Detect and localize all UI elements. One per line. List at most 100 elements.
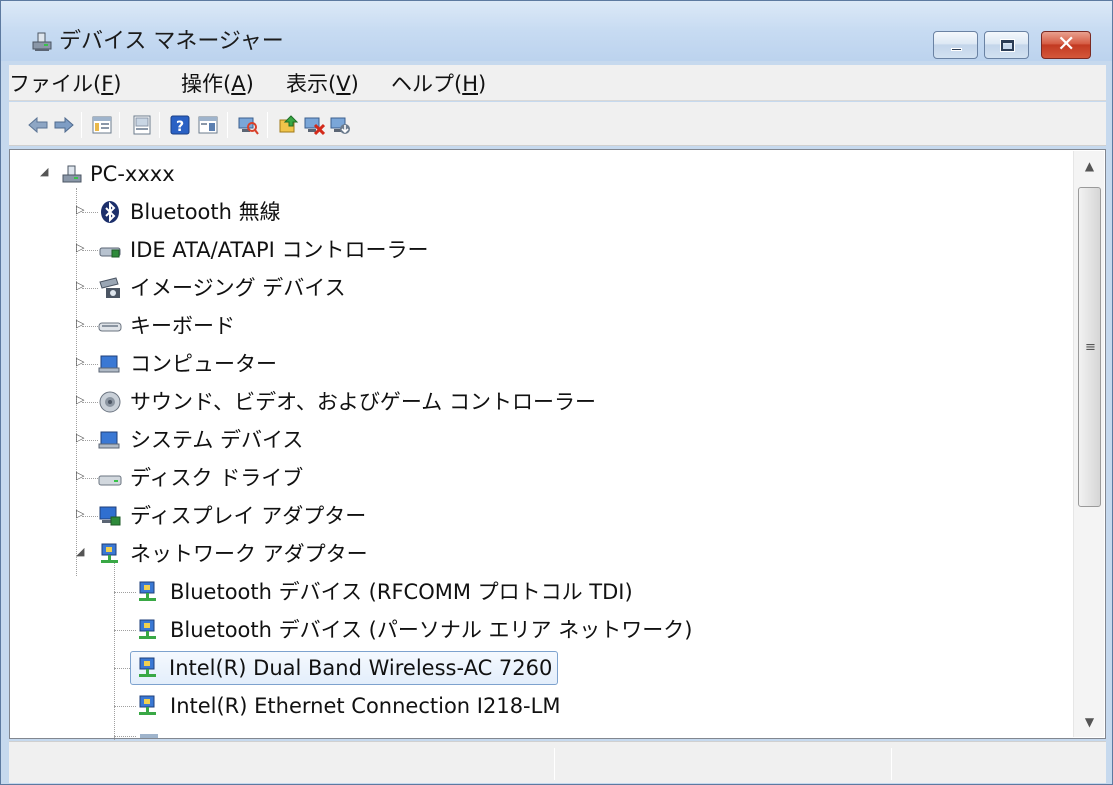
category-label: キーボード xyxy=(130,314,235,338)
menu-view-label: 表示( xyxy=(286,72,337,96)
tree-device[interactable]: Bluetooth デバイス (パーソナル エリア ネットワーク) xyxy=(10,612,770,648)
category-label: ディスプレイ アダプター xyxy=(130,504,367,528)
menu-view[interactable]: 表示(V) xyxy=(286,72,359,96)
close-button[interactable]: ✕ xyxy=(1041,31,1091,59)
toolbar-separator xyxy=(119,112,120,138)
device-tree[interactable]: ◢ PC-xxxx ▷ Bluetooth 無線 ▷ IDE ATA/ATAPI… xyxy=(9,149,1106,740)
title-bar[interactable]: デバイス マネージャー ✕ xyxy=(1,1,1112,61)
help-icon[interactable]: ? xyxy=(169,114,191,136)
tree-device[interactable]: Bluetooth デバイス (RFCOMM プロトコル TDI) xyxy=(10,574,710,610)
system-device-icon xyxy=(98,431,120,449)
toolbar-separator xyxy=(159,112,160,138)
menu-action-label-end: ) xyxy=(245,72,254,96)
tree-root-label: PC-xxxx xyxy=(90,162,175,186)
scan-hardware-icon[interactable] xyxy=(237,114,259,136)
vertical-scrollbar[interactable]: ▲ ≡ ▼ xyxy=(1073,151,1104,737)
network-adapter-icon xyxy=(139,657,156,677)
toolbar-separator xyxy=(81,112,82,138)
collapse-arrow-icon[interactable]: ◢ xyxy=(76,545,88,559)
expand-arrow-icon[interactable]: ▷ xyxy=(76,507,88,521)
back-arrow-icon[interactable] xyxy=(27,114,49,136)
tree-category[interactable]: ▷ キーボード xyxy=(10,308,410,344)
menu-bar: ファイル(F) 操作(A) 表示(V) ヘルプ(H) xyxy=(9,65,1106,101)
category-label: コンピューター xyxy=(130,352,277,376)
uninstall-icon[interactable] xyxy=(303,114,325,136)
tree-device-selected[interactable]: Intel(R) Dual Band Wireless-AC 7260 xyxy=(10,650,610,686)
tree-category[interactable]: ▷ システム デバイス xyxy=(10,422,410,458)
menu-help-label-end: ) xyxy=(478,72,487,96)
update-pane-icon[interactable] xyxy=(131,114,153,136)
scrollbar-thumb[interactable]: ≡ xyxy=(1078,187,1101,507)
menu-file-accesskey: F xyxy=(101,72,114,96)
menu-view-label-end: ) xyxy=(350,72,359,96)
properties-grid-icon[interactable] xyxy=(91,114,113,136)
device-label: Intel(R) Ethernet Connection I218-LM xyxy=(170,694,561,718)
network-adapter-icon xyxy=(140,734,158,738)
disk-drive-icon xyxy=(98,475,122,486)
status-separator xyxy=(891,748,892,780)
minimize-button[interactable] xyxy=(933,31,978,59)
expand-arrow-icon[interactable]: ▷ xyxy=(76,355,88,369)
expand-arrow-icon[interactable]: ▷ xyxy=(76,393,88,407)
tree-connector xyxy=(114,630,136,631)
tree-category[interactable]: ▷ IDE ATA/ATAPI コントローラー xyxy=(10,232,510,268)
expand-arrow-icon[interactable]: ▷ xyxy=(76,469,88,483)
tree-device-partial[interactable] xyxy=(10,726,210,738)
collapse-arrow-icon[interactable]: ◢ xyxy=(40,165,52,179)
category-label: Bluetooth 無線 xyxy=(130,200,281,224)
toolbar-separator xyxy=(267,112,268,138)
category-label: IDE ATA/ATAPI コントローラー xyxy=(130,238,429,262)
tree-category[interactable]: ▷ イメージング デバイス xyxy=(10,270,410,306)
category-label: サウンド、ビデオ、およびゲーム コントローラー xyxy=(130,390,596,414)
expand-arrow-icon[interactable]: ▷ xyxy=(76,279,88,293)
device-manager-icon xyxy=(32,32,52,51)
display-adapter-icon xyxy=(99,506,121,526)
window-title: デバイス マネージャー xyxy=(59,29,284,54)
expand-arrow-icon[interactable]: ▷ xyxy=(76,203,88,217)
menu-view-accesskey: V xyxy=(336,72,351,96)
expand-arrow-icon[interactable]: ▷ xyxy=(76,317,88,331)
network-adapter-icon xyxy=(101,543,118,563)
tree-category[interactable]: ▷ サウンド、ビデオ、およびゲーム コントローラー xyxy=(10,384,660,420)
tree-connector xyxy=(114,736,136,737)
tree-connector xyxy=(114,706,136,707)
device-label: Bluetooth デバイス (パーソナル エリア ネットワーク) xyxy=(170,618,693,642)
keyboard-icon xyxy=(98,322,122,332)
menu-file-label: ファイル( xyxy=(9,72,102,96)
menu-action[interactable]: 操作(A) xyxy=(181,72,254,96)
forward-arrow-icon[interactable] xyxy=(53,114,75,136)
tree-category[interactable]: ▷ ディスク ドライブ xyxy=(10,460,410,496)
tree-root[interactable]: ◢ PC-xxxx xyxy=(10,156,270,192)
expand-arrow-icon[interactable]: ▷ xyxy=(76,431,88,445)
tree-connector xyxy=(114,668,130,669)
scroll-down-button[interactable]: ▼ xyxy=(1074,707,1105,737)
expand-arrow-icon[interactable]: ▷ xyxy=(76,241,88,255)
disable-device-icon[interactable] xyxy=(329,114,351,136)
tree-device[interactable]: Intel(R) Ethernet Connection I218-LM xyxy=(10,688,610,724)
status-bar xyxy=(9,741,1106,783)
category-label: ネットワーク アダプター xyxy=(130,542,368,566)
bluetooth-icon xyxy=(101,201,119,223)
scroll-up-button[interactable]: ▲ xyxy=(1074,151,1105,181)
category-label: イメージング デバイス xyxy=(130,276,346,300)
menu-file[interactable]: ファイル(F) xyxy=(9,72,122,96)
toolbar-separator xyxy=(227,112,228,138)
speaker-icon xyxy=(99,391,121,413)
tree-category[interactable]: ▷ ディスプレイ アダプター xyxy=(10,498,410,534)
device-manager-window: デバイス マネージャー ✕ ファイル(F) 操作(A) 表示(V) ヘルプ(H)… xyxy=(0,0,1113,785)
tree-category[interactable]: ▷ Bluetooth 無線 xyxy=(10,194,410,230)
tree-connector xyxy=(114,592,136,593)
tree-category[interactable]: ▷ コンピューター xyxy=(10,346,410,382)
computer-icon xyxy=(98,355,120,373)
category-label: ディスク ドライブ xyxy=(130,466,304,490)
device-label: Intel(R) Dual Band Wireless-AC 7260 xyxy=(130,651,559,685)
maximize-button[interactable] xyxy=(984,31,1029,59)
menu-file-label-end: ) xyxy=(113,72,122,96)
svg-text:?: ? xyxy=(176,119,184,135)
update-driver-icon[interactable] xyxy=(277,114,299,136)
tree-category-expanded[interactable]: ◢ ネットワーク アダプター xyxy=(10,536,410,572)
action-pane-icon[interactable] xyxy=(197,114,219,136)
menu-help[interactable]: ヘルプ(H) xyxy=(391,72,486,96)
maximize-icon xyxy=(1000,39,1015,52)
network-adapter-icon xyxy=(139,619,156,639)
